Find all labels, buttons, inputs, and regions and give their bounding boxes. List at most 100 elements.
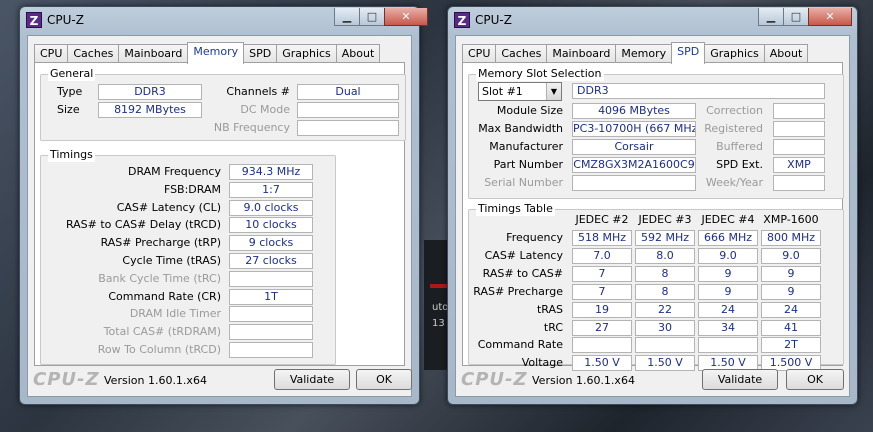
timings-cell: 9 [761, 265, 821, 282]
maximize-button[interactable]: □ [359, 8, 385, 26]
timings-cell: 7 [572, 265, 632, 282]
cpuz-app-icon: Z [454, 12, 470, 28]
timings-row-label: tRAS [536, 302, 563, 316]
timings-group-title: Timings [48, 148, 95, 162]
tab-graphics[interactable]: Graphics [276, 44, 337, 64]
memory-panel: General Type DDR3 Size 8192 MBytes Chann… [34, 62, 406, 366]
timings-cell: 22 [635, 301, 695, 318]
cpuz-window-memory: Z CPU-Z ▁ □ ✕ CPU Caches Mainboard Memor… [19, 6, 428, 405]
timing-label: Cycle Time (tRAS) [122, 254, 221, 267]
max-bandwidth-field: PC3-10700H (667 MHz) [572, 121, 696, 137]
correction-label: Correction [706, 104, 763, 117]
chevron-down-icon: ▼ [546, 83, 561, 100]
validate-button[interactable]: Validate [702, 369, 778, 390]
validate-button[interactable]: Validate [274, 369, 350, 390]
timings-cell: 9.0 [761, 247, 821, 264]
close-button[interactable]: ✕ [808, 8, 852, 26]
week-year-label: Week/Year [705, 176, 763, 189]
timing-label: CAS# Latency (CL) [116, 200, 221, 214]
type-label: Type [57, 85, 83, 98]
buffered-label: Buffered [716, 140, 763, 153]
registered-field [773, 121, 825, 137]
close-button[interactable]: ✕ [384, 8, 428, 26]
column-header: JEDEC #2 [575, 213, 629, 226]
column-header: JEDEC #3 [638, 213, 692, 226]
timing-label: RAS# to CAS# Delay (tRCD) [65, 218, 221, 232]
ok-button[interactable]: OK [356, 369, 412, 390]
timing-value-field [229, 342, 313, 358]
timings-cell: 518 MHz [572, 230, 632, 246]
timing-value-field [229, 324, 313, 341]
correction-field [773, 103, 825, 119]
timings-cell: 27 [572, 319, 632, 336]
tab-caches[interactable]: Caches [67, 44, 120, 64]
timings-row-label: RAS# Precharge [473, 284, 563, 298]
minimize-button[interactable]: ▁ [334, 8, 360, 26]
timings-cell: 19 [572, 301, 632, 318]
timings-row-label: tRC [543, 320, 563, 334]
tab-mainboard[interactable]: Mainboard [118, 44, 189, 64]
memory-type-field: DDR3 [572, 83, 825, 99]
tab-about[interactable]: About [763, 44, 809, 64]
maximize-button[interactable]: □ [783, 8, 809, 26]
timings-cell: 41 [761, 319, 821, 336]
cpuz-logo: CPU-Z [461, 369, 528, 390]
timings-row-label: RAS# to CAS# [482, 266, 563, 280]
timing-label: Command Rate (CR) [108, 289, 221, 303]
timing-label: Total CAS# (tRDRAM) [103, 325, 221, 339]
timings-cell: 8.0 [635, 247, 695, 264]
tab-mainboard[interactable]: Mainboard [546, 44, 617, 64]
tab-caches[interactable]: Caches [495, 44, 548, 64]
tab-about[interactable]: About [335, 44, 381, 64]
timings-cell: 592 MHz [635, 230, 695, 246]
slot-select[interactable]: Slot #1 ▼ [478, 82, 562, 101]
client-area: CPU Caches Mainboard Memory SPD Graphics… [455, 35, 850, 397]
timings-cell: 9 [698, 265, 758, 282]
dc-mode-label: DC Mode [240, 103, 290, 116]
timing-label: Row To Column (tRCD) [97, 343, 221, 356]
tab-cpu[interactable]: CPU [34, 44, 69, 64]
version-text: Version 1.60.1.x64 [104, 374, 207, 387]
tab-memory[interactable]: Memory [187, 42, 245, 64]
timings-cell: 30 [635, 319, 695, 336]
timing-label: Bank Cycle Time (tRC) [98, 271, 221, 285]
timings-cell [635, 337, 695, 354]
timing-value-field: 10 clocks [229, 217, 313, 234]
serial-number-field [572, 175, 696, 191]
timing-value-field: 934.3 MHz [229, 164, 313, 180]
channels-label: Channels # [226, 85, 290, 98]
timing-value-field [229, 270, 313, 287]
timing-label: DRAM Frequency [127, 165, 221, 178]
slot-select-value: Slot #1 [482, 85, 523, 98]
tab-spd[interactable]: SPD [243, 44, 278, 64]
ok-button[interactable]: OK [786, 369, 844, 390]
title-bar[interactable]: Z CPU-Z ▁ □ ✕ [448, 7, 857, 35]
title-bar[interactable]: Z CPU-Z ▁ □ ✕ [20, 7, 428, 35]
max-bandwidth-label: Max Bandwidth [478, 122, 563, 135]
tab-graphics[interactable]: Graphics [704, 44, 765, 64]
timings-cell: 24 [698, 301, 758, 318]
timings-cell [698, 337, 758, 354]
timings-table-group: Timings Table JEDEC #2 JEDEC #3 JEDEC #4 XM… [468, 202, 844, 372]
timing-value-field [229, 306, 313, 323]
tab-spd[interactable]: SPD [671, 42, 706, 64]
column-header: JEDEC #4 [701, 213, 755, 226]
column-header: XMP-1600 [763, 213, 819, 226]
version-text: Version 1.60.1.x64 [532, 374, 635, 387]
week-year-field [773, 175, 825, 191]
timing-value-field: 9.0 clocks [229, 199, 313, 216]
tab-bar: CPU Caches Mainboard Memory SPD Graphics… [34, 42, 381, 64]
wallpaper-text: 13 [432, 318, 445, 329]
cpuz-app-icon: Z [26, 12, 42, 28]
timing-value-field: 27 clocks [229, 253, 313, 269]
tab-bar: CPU Caches Mainboard Memory SPD Graphics… [462, 42, 809, 64]
type-field: DDR3 [98, 84, 202, 100]
tab-cpu[interactable]: CPU [462, 44, 497, 64]
general-group-title: General [48, 67, 96, 81]
minimize-button[interactable]: ▁ [758, 8, 784, 26]
serial-number-label: Serial Number [484, 176, 563, 189]
tab-memory[interactable]: Memory [615, 44, 673, 64]
nb-frequency-label: NB Frequency [213, 121, 290, 134]
spd-ext-field: XMP [773, 157, 825, 173]
general-group: General Type DDR3 Size 8192 MBytes Chann… [40, 67, 406, 141]
